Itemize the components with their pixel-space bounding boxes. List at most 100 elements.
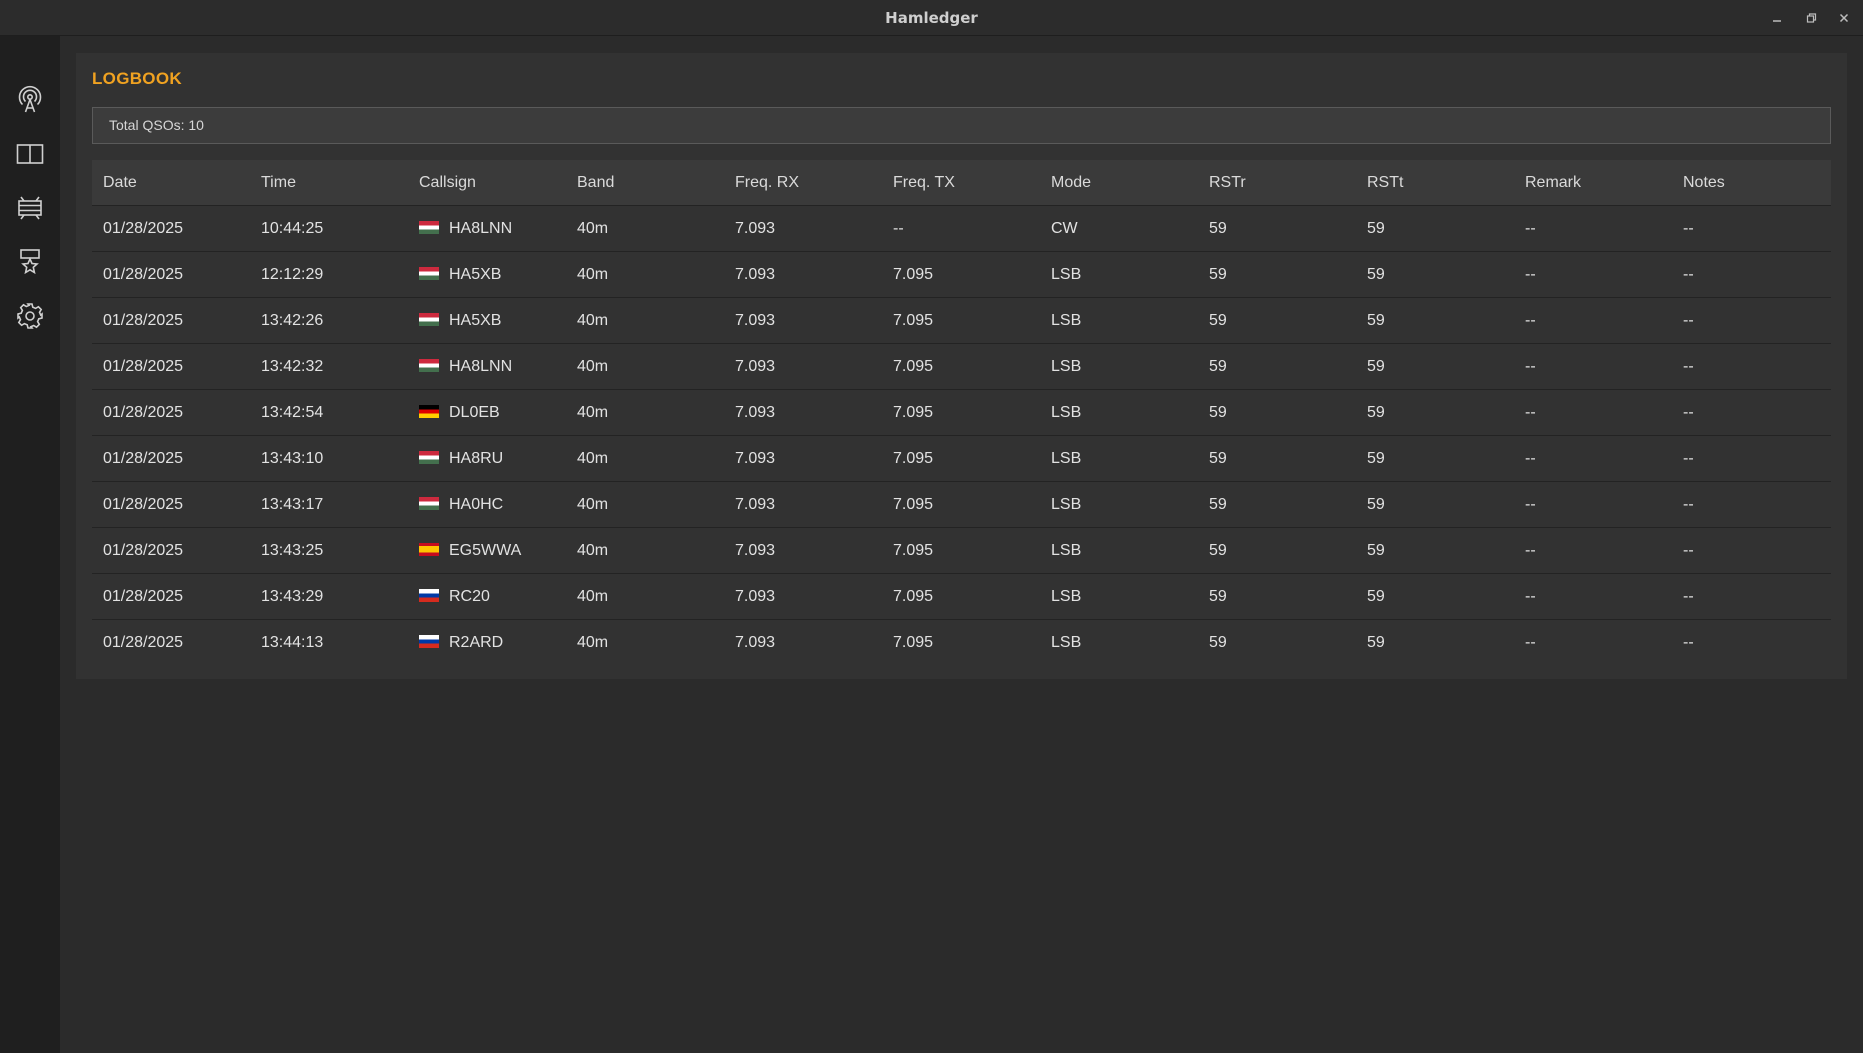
table-row[interactable]: 01/28/2025 13:43:25 EG5WWA 40m 7.093 7.095 LSB… bbox=[92, 527, 1831, 574]
sidebar-item-cluster[interactable] bbox=[10, 188, 50, 228]
callsign-text: DL0EB bbox=[449, 403, 500, 421]
cell-rstr: 59 bbox=[1198, 389, 1356, 436]
column-header-remark[interactable]: Remark bbox=[1514, 160, 1672, 206]
table-row[interactable]: 01/28/2025 13:42:54 DL0EB 40m 7.093 7.095 LSB 5… bbox=[92, 389, 1831, 436]
title-bar: Hamledger bbox=[0, 0, 1863, 36]
cell-band: 40m bbox=[566, 297, 724, 344]
cell-rstt: 59 bbox=[1356, 343, 1514, 390]
table-row[interactable]: 01/28/2025 13:43:10 HA8RU 40m 7.093 7.095 LSB 5… bbox=[92, 435, 1831, 482]
cell-freq-rx: 7.093 bbox=[724, 573, 882, 620]
cell-rstt: 59 bbox=[1356, 619, 1514, 665]
table-row[interactable]: 01/28/2025 13:42:26 HA5XB 40m 7.093 7.095 LSB 5… bbox=[92, 297, 1831, 344]
cell-rstt: 59 bbox=[1356, 389, 1514, 436]
cell-callsign: HA5XB bbox=[408, 297, 566, 344]
cell-rstt: 59 bbox=[1356, 481, 1514, 528]
sidebar-item-qso[interactable] bbox=[10, 80, 50, 120]
table-row[interactable]: 01/28/2025 13:43:17 HA0HC 40m 7.093 7.095 LSB 5… bbox=[92, 481, 1831, 528]
table-row[interactable]: 01/28/2025 13:44:13 R2ARD 40m 7.093 7.095 LSB 5… bbox=[92, 619, 1831, 665]
cell-time: 13:44:13 bbox=[250, 619, 408, 665]
cell-mode: LSB bbox=[1040, 619, 1198, 665]
cell-freq-tx: 7.095 bbox=[882, 389, 1040, 436]
column-header-callsign[interactable]: Callsign bbox=[408, 160, 566, 206]
cell-remark: -- bbox=[1514, 481, 1672, 528]
cell-mode: LSB bbox=[1040, 297, 1198, 344]
cell-freq-tx: 7.095 bbox=[882, 527, 1040, 574]
cell-band: 40m bbox=[566, 435, 724, 482]
maximize-button[interactable] bbox=[1799, 6, 1823, 30]
sidebar-item-logbook[interactable] bbox=[10, 134, 50, 174]
cell-band: 40m bbox=[566, 205, 724, 252]
cell-rstr: 59 bbox=[1198, 205, 1356, 252]
column-header-rstt[interactable]: RSTt bbox=[1356, 160, 1514, 206]
cell-remark: -- bbox=[1514, 619, 1672, 665]
logbook-table: Date Time Callsign Band Freq. RX Freq. T… bbox=[92, 160, 1831, 665]
minimize-button[interactable] bbox=[1765, 6, 1789, 30]
spain-flag-icon bbox=[419, 542, 439, 556]
cell-rstr: 59 bbox=[1198, 619, 1356, 665]
table-header-row: Date Time Callsign Band Freq. RX Freq. T… bbox=[92, 160, 1831, 206]
cell-notes: -- bbox=[1672, 297, 1831, 344]
cell-rstt: 59 bbox=[1356, 251, 1514, 298]
page-title: LOGBOOK bbox=[92, 69, 182, 88]
cell-freq-rx: 7.093 bbox=[724, 481, 882, 528]
sidebar-item-settings[interactable] bbox=[10, 296, 50, 336]
cell-mode: LSB bbox=[1040, 573, 1198, 620]
column-header-rstr[interactable]: RSTr bbox=[1198, 160, 1356, 206]
cell-rstt: 59 bbox=[1356, 205, 1514, 252]
cell-freq-rx: 7.093 bbox=[724, 527, 882, 574]
column-header-freq-rx[interactable]: Freq. RX bbox=[724, 160, 882, 206]
cell-time: 10:44:25 bbox=[250, 205, 408, 252]
table-row[interactable]: 01/28/2025 10:44:25 HA8LNN 40m 7.093 -- CW 59 59… bbox=[92, 205, 1831, 252]
cell-date: 01/28/2025 bbox=[92, 251, 250, 298]
cell-callsign: DL0EB bbox=[408, 389, 566, 436]
cell-band: 40m bbox=[566, 527, 724, 574]
cell-rstt: 59 bbox=[1356, 573, 1514, 620]
cell-date: 01/28/2025 bbox=[92, 481, 250, 528]
hungary-flag-icon bbox=[419, 496, 439, 510]
award-icon bbox=[20, 249, 40, 275]
cell-freq-tx: 7.095 bbox=[882, 481, 1040, 528]
cell-mode: CW bbox=[1040, 205, 1198, 252]
cell-rstr: 59 bbox=[1198, 297, 1356, 344]
cell-callsign: R2ARD bbox=[408, 619, 566, 665]
cell-time: 12:12:29 bbox=[250, 251, 408, 298]
cell-notes: -- bbox=[1672, 389, 1831, 436]
cell-freq-rx: 7.093 bbox=[724, 251, 882, 298]
column-header-mode[interactable]: Mode bbox=[1040, 160, 1198, 206]
germany-flag-icon bbox=[419, 404, 439, 418]
cell-rstr: 59 bbox=[1198, 435, 1356, 482]
sidebar-item-awards[interactable] bbox=[10, 242, 50, 282]
cell-rstt: 59 bbox=[1356, 435, 1514, 482]
cell-rstr: 59 bbox=[1198, 251, 1356, 298]
close-icon bbox=[1839, 13, 1849, 23]
cell-remark: -- bbox=[1514, 527, 1672, 574]
column-header-time[interactable]: Time bbox=[250, 160, 408, 206]
column-header-freq-tx[interactable]: Freq. TX bbox=[882, 160, 1040, 206]
close-button[interactable] bbox=[1832, 6, 1856, 30]
cell-mode: LSB bbox=[1040, 251, 1198, 298]
callsign-text: R2ARD bbox=[449, 633, 504, 651]
table-row[interactable]: 01/28/2025 12:12:29 HA5XB 40m 7.093 7.095 LSB 5… bbox=[92, 251, 1831, 298]
column-header-band[interactable]: Band bbox=[566, 160, 724, 206]
cell-band: 40m bbox=[566, 573, 724, 620]
table-row[interactable]: 01/28/2025 13:43:29 RC20 40m 7.093 7.095 LSB 59… bbox=[92, 573, 1831, 620]
cell-rstt: 59 bbox=[1356, 527, 1514, 574]
cell-date: 01/28/2025 bbox=[92, 527, 250, 574]
hungary-flag-icon bbox=[419, 450, 439, 464]
cell-notes: -- bbox=[1672, 435, 1831, 482]
russia-flag-icon bbox=[419, 634, 439, 648]
cell-date: 01/28/2025 bbox=[92, 435, 250, 482]
cluster-icon bbox=[18, 196, 42, 220]
column-header-date[interactable]: Date bbox=[92, 160, 250, 206]
logbook-panel: LOGBOOK Total QSOs: 10 Date Time Callsig… bbox=[76, 53, 1847, 679]
cell-rstr: 59 bbox=[1198, 481, 1356, 528]
table-row[interactable]: 01/28/2025 13:42:32 HA8LNN 40m 7.093 7.095 LSB… bbox=[92, 343, 1831, 390]
cell-time: 13:43:17 bbox=[250, 481, 408, 528]
callsign-text: HA8LNN bbox=[449, 219, 513, 237]
cell-band: 40m bbox=[566, 343, 724, 390]
cell-freq-rx: 7.093 bbox=[724, 389, 882, 436]
column-header-notes[interactable]: Notes bbox=[1672, 160, 1831, 206]
cell-freq-tx: 7.095 bbox=[882, 251, 1040, 298]
cell-freq-rx: 7.093 bbox=[724, 205, 882, 252]
russia-flag-icon bbox=[419, 588, 439, 602]
